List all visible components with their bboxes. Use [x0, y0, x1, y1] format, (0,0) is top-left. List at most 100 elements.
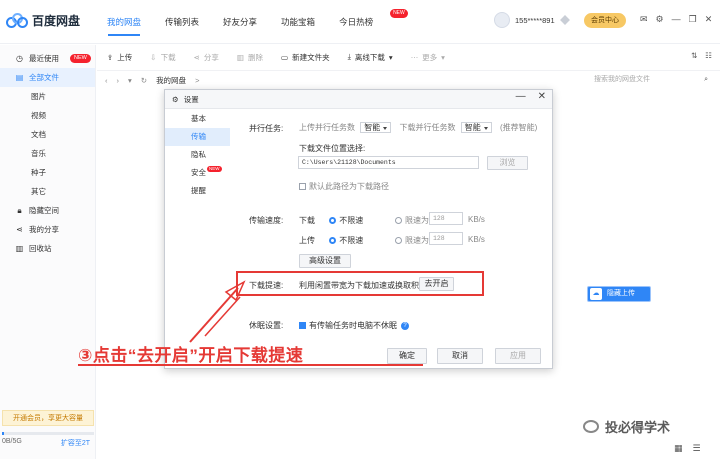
no-sleep-label: 有传输任务时电脑不休眠 [309, 321, 397, 330]
no-sleep-option[interactable]: 有传输任务时电脑不休眠? [299, 320, 409, 331]
forward-arrow-icon[interactable]: › [117, 76, 120, 85]
tab-privacy[interactable]: 隐私 [165, 146, 230, 164]
grid-view-icon[interactable]: ☷ [705, 51, 712, 60]
hide-upload-button[interactable]: ☁ 隐藏上传 [587, 286, 651, 302]
upload-button[interactable]: ⇪ 上传 [107, 52, 132, 63]
chevron-down-icon: ▾ [388, 52, 393, 62]
sidebar: ◷ 最近使用 NEW ▤ 全部文件 图片 视频 文档 音乐 种子 其它 🔒︎ 隐… [0, 45, 96, 459]
tab-transfer[interactable]: 传输 [165, 128, 230, 146]
browse-button[interactable]: 浏览 [487, 156, 528, 170]
upload-parallel-row: 上传并行任务数 智能 下载并行任务数 智能 (推荐智能) [299, 122, 537, 133]
ok-button[interactable]: 确定 [387, 348, 427, 364]
maximize-icon[interactable]: ❐ [689, 14, 697, 25]
vip-promo-banner[interactable]: 开通会员，享更大容量 [2, 410, 94, 426]
search-icon[interactable]: ⌕ [704, 72, 708, 88]
offline-download-icon: ⤓ [347, 52, 351, 61]
mail-icon[interactable]: ✉ [640, 14, 648, 25]
share-icon: ⋖ [193, 52, 200, 62]
refresh-icon[interactable]: ↻ [141, 76, 147, 85]
download-limit-row: 限速为 [395, 215, 429, 226]
cancel-button[interactable]: 取消 [437, 348, 483, 364]
back-arrow-icon[interactable]: ‹ [105, 76, 108, 85]
sidebar-item-docs[interactable]: 文档 [0, 125, 95, 144]
list-icon[interactable]: ☰ [693, 443, 701, 454]
sidebar-item-videos[interactable]: 视频 [0, 106, 95, 125]
nav-transfer-list[interactable]: 传输列表 [164, 0, 200, 44]
help-icon[interactable]: ? [401, 321, 409, 330]
more-button[interactable]: ⋯ 更多 ▾ [411, 52, 445, 63]
download-parallel-select[interactable]: 智能 [460, 122, 492, 133]
speed-label: 传输速度: [249, 216, 284, 225]
download-label: 下载 [160, 52, 176, 62]
search-input[interactable]: 搜索我的网盘文件 ⌕ [594, 72, 712, 88]
sidebar-item-all-files[interactable]: ▤ 全部文件 [0, 68, 95, 87]
user-name[interactable]: 155*****891 [515, 16, 555, 25]
breadcrumb[interactable]: 我的网盘 [156, 75, 186, 86]
sidebar-item-music[interactable]: 音乐 [0, 144, 95, 163]
grid-icon[interactable]: ▦ [674, 443, 683, 454]
download-button[interactable]: ⇩ 下载 [150, 52, 175, 63]
settings-dialog: ⚙ 设置 — ✕ 基本 传输 隐私 安全 NEW 提醒 并行任务: 上传并行任务… [164, 89, 553, 369]
avatar[interactable] [494, 12, 510, 28]
quota-upgrade-link[interactable]: 扩容至2T [61, 438, 90, 448]
nav-hot-list[interactable]: 今日热榜 NEW [338, 0, 408, 44]
apply-button[interactable]: 应用 [495, 348, 541, 364]
upload-limit-field[interactable]: 128 [429, 232, 463, 245]
upload-limit-row: 限速为 [395, 235, 429, 246]
annotation-underline [78, 364, 423, 366]
upload-parallel-select[interactable]: 智能 [360, 122, 392, 133]
sidebar-item-torrents[interactable]: 种子 [0, 163, 95, 182]
upload-limit-radio[interactable] [395, 237, 402, 245]
new-folder-label: 新建文件夹 [292, 52, 330, 62]
chevron-down-icon[interactable]: ▾ [128, 76, 132, 85]
download-limit-field[interactable]: 128 [429, 212, 463, 225]
upload-limit-label: 限速为 [405, 236, 429, 245]
default-path-checkbox[interactable] [299, 183, 306, 191]
download-path-label: 下载文件位置选择: [299, 144, 366, 153]
download-icon: ⇩ [150, 52, 157, 62]
sidebar-item-recent[interactable]: ◷ 最近使用 NEW [0, 49, 95, 68]
vip-center-button[interactable]: 会员中心 [584, 13, 626, 28]
share-button[interactable]: ⋖ 分享 [194, 52, 219, 63]
user-info[interactable]: 155*****891 [494, 12, 570, 28]
tab-security[interactable]: 安全 NEW [165, 164, 230, 182]
dialog-title: 设置 [183, 94, 199, 104]
delete-button[interactable]: ▥ 删除 [237, 52, 263, 63]
delete-label: 删除 [247, 52, 263, 62]
close-icon[interactable]: ✕ [538, 91, 546, 102]
sidebar-item-my-share[interactable]: ⋖ 我的分享 [0, 220, 95, 239]
lock-icon: 🔒︎ [17, 206, 22, 215]
nav-friend-share[interactable]: 好友分享 [222, 0, 258, 44]
nav-toolbox[interactable]: 功能宝箱 [280, 0, 316, 44]
offline-download-button[interactable]: ⤓ 离线下载 ▾ [348, 52, 393, 63]
toolbar: ⇪ 上传 ⇩ 下载 ⋖ 分享 ▥ 删除 ▭ 新建文件夹 ⤓ 离线下载 ▾ ⋯ 更多 ▾ ⇅ ☷ [97, 45, 720, 69]
sidebar-item-other[interactable]: 其它 [0, 182, 95, 201]
minimize-icon[interactable]: — [516, 91, 526, 102]
sidebar-item-hidden-space[interactable]: 🔒︎ 隐藏空间 [0, 201, 95, 220]
default-path-option[interactable]: 默认此路径为下载路径 [299, 181, 389, 192]
advanced-settings-button[interactable]: 高级设置 [299, 254, 351, 268]
sidebar-item-images[interactable]: 图片 [0, 87, 95, 106]
no-sleep-checkbox[interactable] [299, 322, 306, 330]
new-folder-button[interactable]: ▭ 新建文件夹 [281, 52, 330, 63]
tab-reminder[interactable]: 提醒 [165, 182, 230, 200]
download-unlimited-radio[interactable] [329, 217, 337, 225]
sort-icon[interactable]: ⇅ [691, 51, 697, 60]
settings-gear-icon[interactable]: ⚙ [656, 14, 664, 25]
download-limit-radio[interactable] [395, 217, 402, 225]
nav-my-disk[interactable]: 我的网盘 [106, 0, 142, 44]
top-bar: 百度网盘 我的网盘 传输列表 好友分享 功能宝箱 今日热榜 NEW 155***… [0, 0, 720, 44]
upload-parallel-label: 上传并行任务数 [299, 123, 355, 132]
search-placeholder: 搜索我的网盘文件 [594, 76, 650, 83]
minimize-icon[interactable]: — [672, 14, 681, 25]
close-icon[interactable]: ✕ [705, 14, 713, 25]
tab-basic[interactable]: 基本 [165, 110, 230, 128]
download-path-field[interactable]: C:\Users\21128\Documents [298, 156, 479, 169]
more-label: 更多 [422, 52, 438, 62]
annotation-text: ③点击“去开启”开启下载提速 [78, 346, 304, 365]
upload-unlimited-radio[interactable] [329, 237, 337, 245]
sidebar-item-recycle-bin[interactable]: ▥ 回收站 [0, 239, 95, 258]
download-speed-row: 下载 不限速 [299, 215, 363, 226]
highlight-box [236, 271, 484, 296]
bottom-icons: ▦ ☰ [674, 443, 701, 454]
